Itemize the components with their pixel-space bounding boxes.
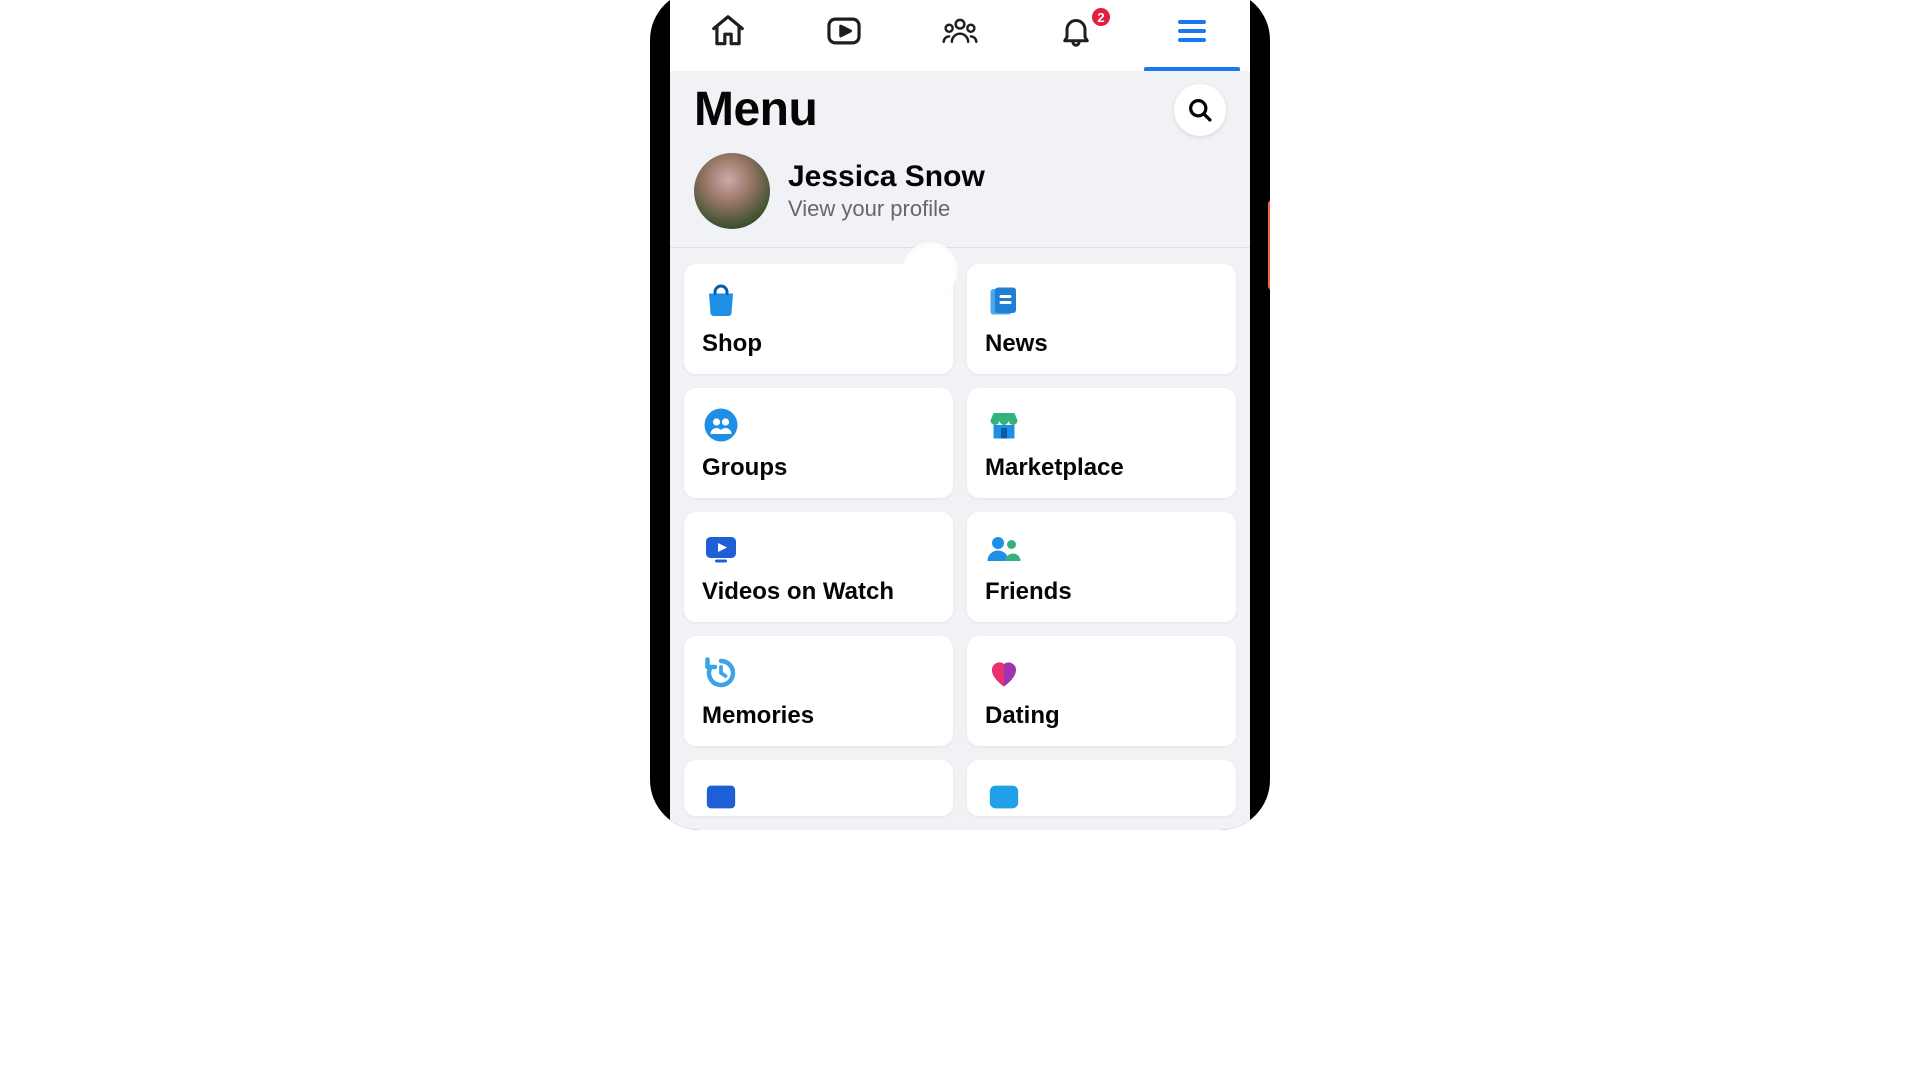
videos-icon: [702, 530, 740, 568]
notification-badge: 2: [1090, 6, 1112, 28]
shortcut-grid: Shop News: [670, 248, 1250, 816]
shortcut-more-2[interactable]: [967, 760, 1236, 816]
profile-row[interactable]: Jessica Snow View your profile: [670, 143, 1250, 248]
shortcut-label: Videos on Watch: [702, 578, 935, 606]
shortcut-marketplace[interactable]: Marketplace: [967, 388, 1236, 498]
device-frame: 2 Menu: [650, 0, 1270, 830]
top-nav-bar: 2: [670, 0, 1250, 72]
groups-icon: [702, 406, 740, 444]
shortcut-label: Groups: [702, 454, 935, 482]
shortcut-friends[interactable]: Friends: [967, 512, 1236, 622]
shortcut-dating[interactable]: Dating: [967, 636, 1236, 746]
friends-icon: [985, 530, 1023, 568]
shortcut-label: Friends: [985, 578, 1218, 606]
news-icon: [985, 282, 1023, 320]
shortcut-shop[interactable]: Shop: [684, 264, 953, 374]
shortcut-more-1[interactable]: [684, 760, 953, 816]
tab-watch[interactable]: [786, 0, 902, 71]
shop-icon: [702, 282, 740, 320]
search-icon: [1186, 96, 1214, 124]
tab-notifications[interactable]: 2: [1018, 0, 1134, 71]
marketplace-icon: [985, 406, 1023, 444]
tab-home[interactable]: [670, 0, 786, 71]
dating-icon: [985, 654, 1023, 692]
watch-icon: [825, 12, 863, 50]
profile-name: Jessica Snow: [788, 160, 985, 194]
generic-app-icon: [702, 778, 740, 816]
search-button[interactable]: [1174, 84, 1226, 136]
shortcut-label: News: [985, 330, 1218, 358]
memories-icon: [702, 654, 740, 692]
menu-header: Menu: [670, 72, 1250, 143]
shortcut-news[interactable]: News: [967, 264, 1236, 374]
hamburger-icon: [1173, 12, 1211, 50]
generic-app-icon: [985, 778, 1023, 816]
profile-text: Jessica Snow View your profile: [788, 160, 985, 222]
screen: 2 Menu: [670, 0, 1250, 830]
shortcut-label: Dating: [985, 702, 1218, 730]
people-icon: [941, 12, 979, 50]
shortcut-label: Shop: [702, 330, 935, 358]
tab-menu[interactable]: [1134, 0, 1250, 71]
tab-groups[interactable]: [902, 0, 1018, 71]
power-button-physical: [1268, 200, 1270, 290]
shortcut-groups[interactable]: Groups: [684, 388, 953, 498]
shortcut-label: Marketplace: [985, 454, 1218, 482]
avatar: [694, 153, 770, 229]
shortcut-videos[interactable]: Videos on Watch: [684, 512, 953, 622]
shortcut-memories[interactable]: Memories: [684, 636, 953, 746]
page-title: Menu: [694, 82, 817, 137]
shortcut-label: Memories: [702, 702, 935, 730]
profile-subtitle: View your profile: [788, 196, 985, 222]
volume-button-physical: [1268, 325, 1270, 505]
home-icon: [709, 12, 747, 50]
